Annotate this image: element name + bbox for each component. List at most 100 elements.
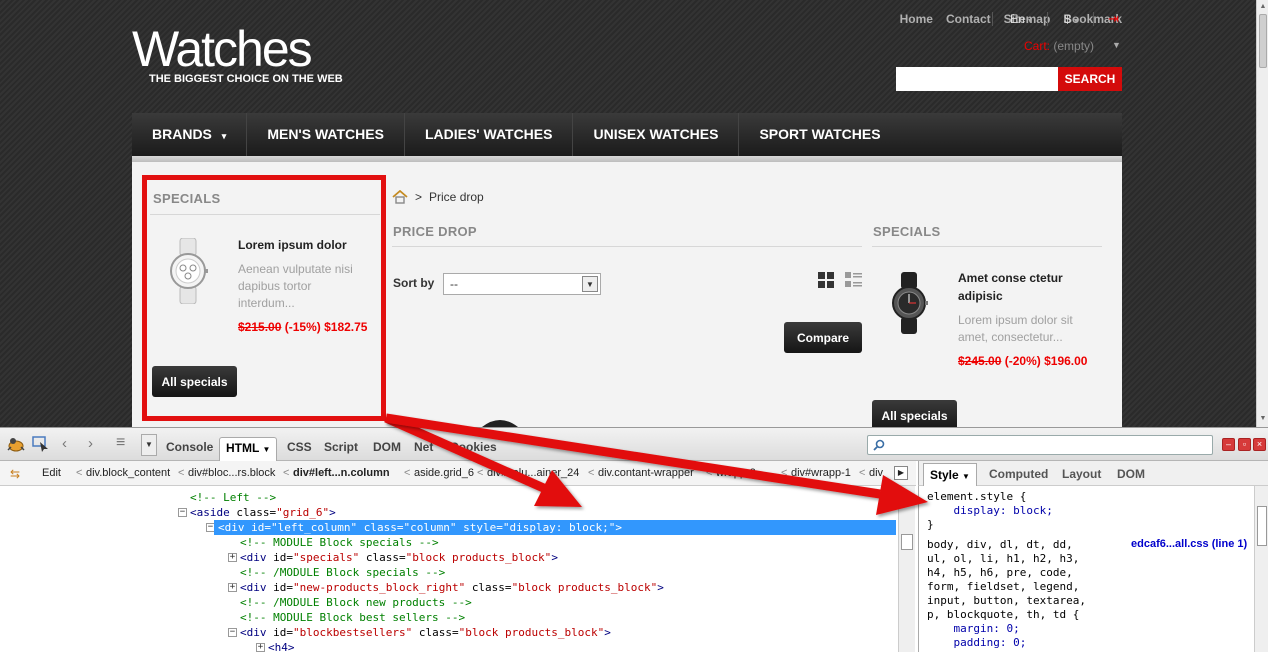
tab-console[interactable]: Console (166, 440, 213, 454)
html-node-selected[interactable]: <div id="left_column" class="column" sty… (214, 520, 896, 535)
crumb-item[interactable]: aside.grid_6 (414, 467, 474, 479)
compare-button[interactable]: Compare (784, 322, 862, 353)
search-input[interactable] (896, 67, 1058, 91)
detach-icon[interactable]: ▫ (1238, 438, 1251, 451)
attr-value: "block products_block" (458, 626, 605, 639)
scroll-thumb[interactable] (1259, 14, 1267, 68)
css-rule-text[interactable]: } (927, 518, 934, 532)
html-comment[interactable]: <!-- MODULE Block specials --> (240, 535, 439, 550)
grid-view-icon[interactable] (818, 272, 834, 288)
edit-button[interactable]: Edit (42, 467, 61, 479)
forward-icon[interactable]: › (88, 435, 93, 452)
scroll-thumb[interactable] (1257, 506, 1267, 546)
nav-unisex-watches[interactable]: UNISEX WATCHES (573, 113, 740, 156)
tab-html[interactable]: HTML ▼ (219, 437, 278, 461)
list-view-icon[interactable] (845, 272, 862, 288)
scroll-thumb[interactable] (901, 534, 913, 550)
top-link-contact[interactable]: Contact (946, 12, 991, 26)
html-comment[interactable]: <!-- /MODULE Block specials --> (240, 565, 445, 580)
right-product-name-2[interactable]: adipisic (958, 287, 1003, 305)
html-tree[interactable]: <!-- Left --> − <aside class="grid_6"> − <di… (0, 486, 898, 652)
search-button[interactable]: SEARCH (1058, 67, 1122, 91)
chevron-down-icon: ▼ (962, 472, 970, 481)
chevron-right-icon[interactable]: ▶ (894, 466, 908, 480)
firebug-search-input[interactable] (867, 435, 1213, 455)
css-rule-text[interactable]: h4, h5, h6, pre, code, (927, 566, 1073, 580)
right-product-name-1[interactable]: Amet conse ctetur (958, 269, 1063, 287)
css-rule-text[interactable]: p, blockquote, th, td { (927, 608, 1079, 622)
css-rule-text[interactable]: form, fieldset, legend, (927, 580, 1079, 594)
crumb-item[interactable]: div#bloc...rs.block (188, 467, 275, 479)
cart-summary[interactable]: Cart: (empty) (1024, 39, 1094, 53)
css-property[interactable]: margin: 0; (927, 622, 1019, 636)
crumb-item[interactable]: div#wrapp-1 (791, 467, 851, 479)
site-logo[interactable]: Watches (132, 22, 313, 76)
currency-selector[interactable]: $ ▾ (1064, 12, 1078, 26)
css-property[interactable]: padding: 0; (927, 636, 1026, 650)
stylesheet-link[interactable]: edcaf6...all.css (line 1) (1131, 538, 1247, 550)
site-scrollbar[interactable]: ▲ ▼ (1256, 0, 1268, 427)
tab-net[interactable]: Net (414, 440, 433, 454)
expand-icon[interactable]: + (228, 583, 237, 592)
chevron-down-icon[interactable]: ▼ (1112, 40, 1121, 50)
html-comment[interactable]: <!-- MODULE Block best sellers --> (240, 610, 465, 625)
chevron-down-icon[interactable]: ▼ (141, 434, 157, 456)
style-panel[interactable]: edcaf6...all.css (line 1) element.style … (918, 486, 1254, 652)
inspect-icon[interactable] (32, 436, 50, 452)
expand-icon[interactable]: + (256, 643, 265, 652)
crumb-item-selected[interactable]: div#left...n.column (293, 467, 390, 479)
nav-sport-watches[interactable]: SPORT WATCHES (739, 113, 900, 156)
language-selector[interactable]: En ▾ (1010, 12, 1032, 26)
crumb-item[interactable]: div.contant-wrapper (598, 467, 694, 479)
crumb-separator: < (859, 467, 866, 479)
back-icon[interactable]: ‹ (62, 435, 67, 452)
firebug-icon[interactable] (6, 436, 26, 452)
html-comment[interactable]: <!-- Left --> (190, 490, 276, 505)
html-comment[interactable]: <!-- /MODULE Block new products --> (240, 595, 472, 610)
collapse-icon[interactable]: − (178, 508, 187, 517)
crumb-item[interactable]: div.block_content (86, 467, 170, 479)
scroll-down-icon[interactable]: ▼ (1259, 414, 1267, 424)
css-rule-text[interactable]: ul, ol, li, h1, h2, h3, (927, 552, 1079, 566)
html-node[interactable]: <h4> (268, 640, 295, 652)
close-icon[interactable]: × (1253, 438, 1266, 451)
scroll-up-icon[interactable]: ▲ (1259, 2, 1267, 12)
page-title: PRICE DROP (393, 224, 477, 239)
nav-brands[interactable]: BRANDS ▾ (132, 113, 248, 156)
expand-icon[interactable]: + (228, 553, 237, 562)
crumb-item[interactable]: div#colu...ainer_24 (487, 467, 579, 479)
css-rule-text[interactable]: element.style { (927, 490, 1026, 504)
css-property[interactable]: display: block; (927, 504, 1052, 518)
html-node[interactable]: <div id="blockbestsellers" class="block … (240, 625, 611, 640)
all-specials-button-right[interactable]: All specials (872, 400, 957, 427)
logout-icon[interactable]: ⇥ (1108, 11, 1119, 27)
sort-select[interactable]: -- ▼ (443, 273, 601, 295)
tab-dom[interactable]: DOM (373, 440, 401, 454)
expand-all-icon[interactable]: ⇆ (10, 467, 20, 481)
html-node[interactable]: <aside class="grid_6"> (190, 505, 336, 520)
watch-product-image[interactable] (889, 272, 929, 334)
minimize-icon[interactable]: – (1222, 438, 1235, 451)
tab-style[interactable]: Style ▼ (923, 463, 977, 486)
collapse-icon[interactable]: − (228, 628, 237, 637)
top-link-home[interactable]: Home (900, 12, 933, 26)
css-rule-text[interactable]: input, button, textarea, (927, 594, 1086, 608)
tab-layout[interactable]: Layout (1062, 467, 1101, 481)
menu-icon[interactable]: ≡ (116, 434, 125, 452)
crumb-item[interactable]: div (869, 467, 883, 479)
attr-name: id= (251, 521, 271, 534)
html-node[interactable]: <div id="specials" class="block products… (240, 550, 558, 565)
crumb-item[interactable]: wrapp-2 (716, 467, 756, 479)
tab-cookies[interactable]: Cookies (450, 440, 497, 454)
html-node[interactable]: <div id="new-products_block_right" class… (240, 580, 664, 595)
tab-css[interactable]: CSS (287, 440, 312, 454)
tab-script[interactable]: Script (324, 440, 358, 454)
style-panel-scrollbar[interactable] (1254, 486, 1268, 652)
nav-mens-watches[interactable]: MEN'S WATCHES (247, 113, 405, 156)
home-icon[interactable] (392, 190, 408, 204)
nav-ladies-watches[interactable]: LADIES' WATCHES (405, 113, 574, 156)
css-rule-text[interactable]: body, div, dl, dt, dd, (927, 538, 1073, 552)
tab-computed[interactable]: Computed (989, 467, 1048, 481)
html-tree-scrollbar[interactable] (898, 486, 915, 652)
tab-side-dom[interactable]: DOM (1117, 467, 1145, 481)
